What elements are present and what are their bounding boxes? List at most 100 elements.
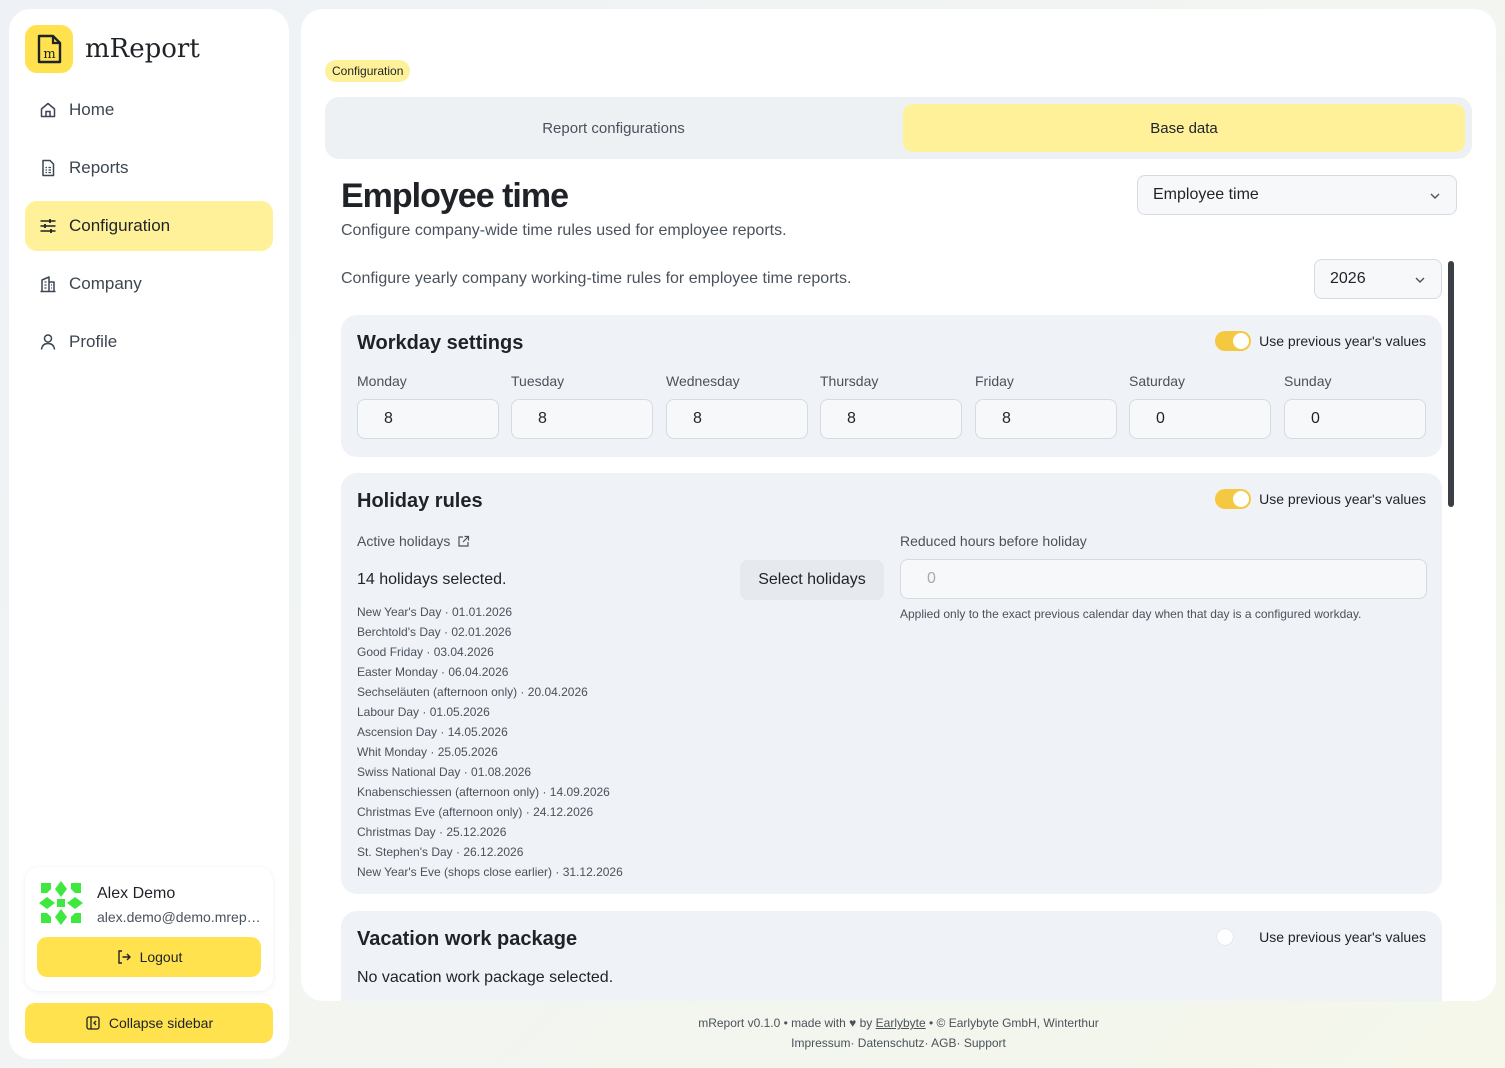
day-label: Wednesday xyxy=(666,373,740,389)
reduced-hours-label: Reduced hours before holiday xyxy=(900,533,1087,549)
vacation-use-previous-toggle[interactable] xyxy=(1215,927,1251,947)
day-label: Friday xyxy=(975,373,1014,389)
holiday-use-previous-label: Use previous year's values xyxy=(1259,491,1426,507)
tuesday-hours-input[interactable]: 8 xyxy=(511,399,653,439)
footer-links: Impressum· Datenschutz· AGB· Support xyxy=(791,1036,1006,1050)
sunday-hours-input[interactable]: 0 xyxy=(1284,399,1426,439)
chevron-down-icon xyxy=(1428,189,1442,203)
user-icon xyxy=(39,333,57,351)
sidebar-nav: Home Reports Configuration Company Profi… xyxy=(25,85,273,375)
list-item: Sechseläuten (afternoon only) · 20.04.20… xyxy=(357,685,588,699)
sidebar-item-home[interactable]: Home xyxy=(25,85,273,135)
footer-link-impressum[interactable]: Impressum xyxy=(791,1036,850,1050)
base-data-section-select[interactable]: Employee time xyxy=(1137,175,1457,215)
active-holidays-label: Active holidays xyxy=(357,533,451,549)
reduced-hours-help: Applied only to the exact previous calen… xyxy=(900,607,1362,621)
logout-button[interactable]: Logout xyxy=(37,937,261,977)
page-subtitle: Configure company-wide time rules used f… xyxy=(341,222,787,239)
list-item: Ascension Day · 14.05.2026 xyxy=(357,725,508,739)
sidebar-item-company[interactable]: Company xyxy=(25,259,273,309)
saturday-hours-input[interactable]: 0 xyxy=(1129,399,1271,439)
content-scrollbar[interactable] xyxy=(1448,261,1454,507)
thursday-hours-input[interactable]: 8 xyxy=(820,399,962,439)
document-icon xyxy=(39,159,57,177)
footer-link-datenschutz[interactable]: Datenschutz xyxy=(858,1036,925,1050)
vacation-use-previous[interactable]: Use previous year's values xyxy=(1215,927,1426,947)
collapse-sidebar-button[interactable]: Collapse sidebar xyxy=(25,1003,273,1043)
day-tuesday: Tuesday 8 xyxy=(511,373,653,439)
external-link-icon xyxy=(457,535,470,548)
list-item: Knabenschiessen (afternoon only) · 14.09… xyxy=(357,785,610,799)
brand[interactable]: m mReport xyxy=(25,25,200,73)
breadcrumb[interactable]: Configuration xyxy=(325,60,411,82)
sidebar-item-configuration[interactable]: Configuration xyxy=(25,201,273,251)
workday-settings-card: Workday settings Use previous year's val… xyxy=(341,315,1442,457)
tab-base-data[interactable]: Base data xyxy=(903,104,1465,152)
sliders-icon xyxy=(39,217,57,235)
holiday-rules-card: Holiday rules Use previous year's values… xyxy=(341,473,1442,894)
active-holidays-link[interactable]: Active holidays xyxy=(357,533,470,549)
list-item: Christmas Eve (afternoon only) · 24.12.2… xyxy=(357,805,594,819)
building-icon xyxy=(39,275,57,293)
vacation-use-previous-label: Use previous year's values xyxy=(1259,929,1426,945)
footer-link-support[interactable]: Support xyxy=(964,1036,1006,1050)
workday-settings-title: Workday settings xyxy=(357,332,524,354)
vacation-work-package-card: Vacation work package Use previous year'… xyxy=(341,911,1442,1001)
list-item: Good Friday · 03.04.2026 xyxy=(357,645,494,659)
workday-use-previous-toggle[interactable] xyxy=(1215,331,1252,351)
year-intro-text: Configure yearly company working-time ru… xyxy=(341,270,852,287)
day-label: Monday xyxy=(357,373,407,389)
day-thursday: Thursday 8 xyxy=(820,373,962,439)
day-label: Saturday xyxy=(1129,373,1186,389)
sidebar-item-label: Company xyxy=(69,274,142,293)
footer-link-agb[interactable]: AGB xyxy=(931,1036,956,1050)
list-item: Christmas Day · 25.12.2026 xyxy=(357,825,507,839)
chevron-down-icon xyxy=(1413,273,1427,287)
holiday-use-previous-toggle[interactable] xyxy=(1215,489,1252,509)
monday-hours-input[interactable]: 8 xyxy=(357,399,499,439)
list-item: Berchtold's Day · 02.01.2026 xyxy=(357,625,512,639)
list-item: St. Stephen's Day · 26.12.2026 xyxy=(357,845,524,859)
earlybyte-link[interactable]: Earlybyte xyxy=(876,1016,926,1030)
footer-prefix: mReport v0.1.0 • made with ♥ by xyxy=(698,1016,873,1030)
user-card: Alex Demo alex.demo@demo.mreport.ch Logo… xyxy=(25,867,273,991)
friday-hours-input[interactable]: 8 xyxy=(975,399,1117,439)
user-email: alex.demo@demo.mreport.ch xyxy=(97,909,265,925)
app-name: mReport xyxy=(85,34,200,64)
workday-use-previous[interactable]: Use previous year's values xyxy=(1215,331,1426,351)
tab-report-configurations[interactable]: Report configurations xyxy=(331,104,896,152)
sidebar: m mReport Home Reports Configuration Com… xyxy=(9,9,289,1059)
home-icon xyxy=(39,101,57,119)
sidebar-item-label: Reports xyxy=(69,158,129,177)
sidebar-item-profile[interactable]: Profile xyxy=(25,317,273,367)
holiday-rules-title: Holiday rules xyxy=(357,490,483,512)
page-title: Employee time xyxy=(341,177,569,215)
logout-icon xyxy=(116,949,132,965)
list-item: Swiss National Day · 01.08.2026 xyxy=(357,765,532,779)
tab-bar: Report configurations Base data xyxy=(325,97,1472,159)
reduced-hours-input[interactable]: 0 xyxy=(900,559,1427,599)
day-friday: Friday 8 xyxy=(975,373,1117,439)
logout-label: Logout xyxy=(139,949,183,965)
holidays-count: 14 holidays selected. xyxy=(357,571,507,588)
day-wednesday: Wednesday 8 xyxy=(666,373,808,439)
holiday-use-previous[interactable]: Use previous year's values xyxy=(1215,489,1426,509)
main-panel: Configuration Report configurations Base… xyxy=(301,9,1496,1001)
footer-credits: mReport v0.1.0 • made with ♥ by Earlybyt… xyxy=(301,1016,1496,1030)
avatar xyxy=(37,879,85,927)
sidebar-item-label: Profile xyxy=(69,332,118,351)
wednesday-hours-input[interactable]: 8 xyxy=(666,399,808,439)
sidebar-item-label: Configuration xyxy=(69,216,171,235)
sidebar-item-label: Home xyxy=(69,100,115,119)
sidebar-item-reports[interactable]: Reports xyxy=(25,143,273,193)
select-holidays-button[interactable]: Select holidays xyxy=(740,560,884,600)
footer-suffix: • © Earlybyte GmbH, Winterthur xyxy=(929,1016,1099,1030)
day-sunday: Sunday 0 xyxy=(1284,373,1426,439)
list-item: New Year's Day · 01.01.2026 xyxy=(357,605,513,619)
list-item: Easter Monday · 06.04.2026 xyxy=(357,665,509,679)
holiday-list: New Year's Day · 01.01.2026 Berchtold's … xyxy=(357,602,623,882)
collapse-sidebar-icon xyxy=(85,1015,101,1031)
year-select[interactable]: 2026 xyxy=(1314,259,1442,299)
vacation-work-package-title: Vacation work package xyxy=(357,928,578,950)
svg-text:m: m xyxy=(43,47,55,62)
